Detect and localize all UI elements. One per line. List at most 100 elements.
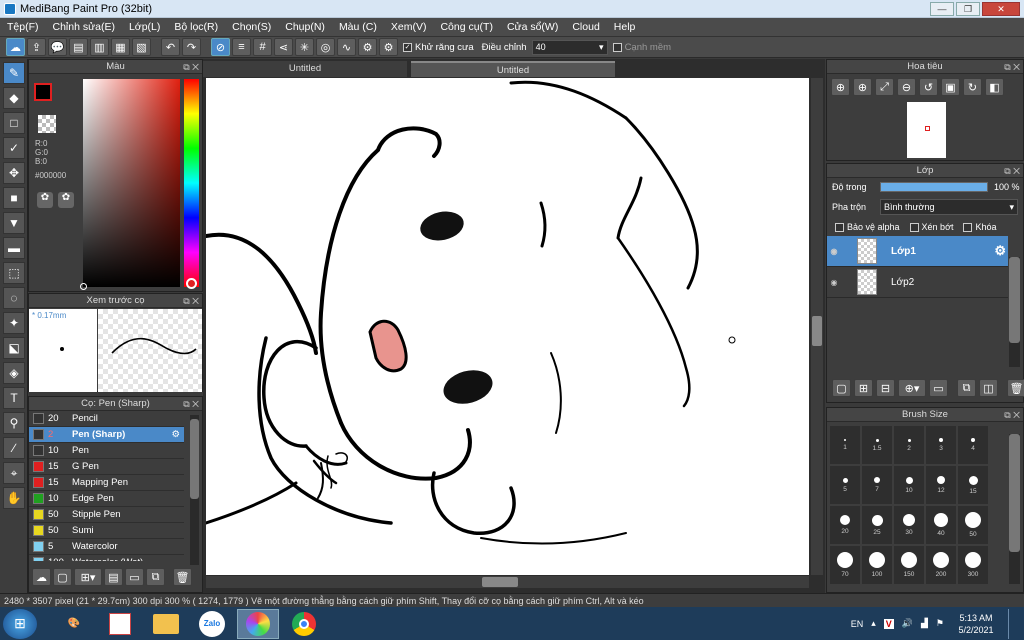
menu-tools[interactable]: Công cụ(T) [433,21,500,33]
clock[interactable]: 5:13 AM 5/2/2021 [952,612,1000,636]
divide-tool-icon[interactable]: ⚲ [3,412,25,434]
brush-list-item[interactable]: 50 Stipple Pen [29,507,184,523]
layer-settings-gear-icon[interactable]: ⚙ [994,243,1006,259]
palette-add-icon[interactable]: ✿ [58,192,74,208]
start-button[interactable]: ⊞ [3,608,37,639]
app-grid-icon[interactable] [99,609,141,639]
brush-list-item[interactable]: 5 Watercolor [29,539,184,555]
select-pen-tool-icon[interactable]: ⬕ [3,337,25,359]
soft-edge-checkbox[interactable]: Cạnh mềm [610,42,674,53]
blend-mode-select[interactable]: Bình thường ▾ [880,199,1018,215]
speech-bubble-icon[interactable]: 💬 [48,38,67,56]
tab-untitled-1[interactable]: Untitled [203,61,407,77]
panel-float-close-icon[interactable]: ⧉ ✕ [183,397,199,411]
restore-button[interactable]: ❐ [956,2,980,16]
hue-handle[interactable] [186,278,197,289]
blur-tool-icon[interactable]: ∕ [3,437,25,459]
brush-size-cell[interactable]: 12 [926,466,956,504]
brush-tool-icon[interactable]: ✎ [3,62,25,84]
panel-float-close-icon[interactable]: ⧉ ✕ [1004,408,1020,422]
brush-size-cell[interactable]: 100 [862,546,892,584]
transparent-color-swatch[interactable] [38,115,56,133]
brush-list-item[interactable]: 10 Pen [29,443,184,459]
brush-size-scrollbar[interactable] [1009,434,1020,584]
delete-layer-icon[interactable]: 🗑 [1007,379,1024,397]
brush-size-cell[interactable]: 20 [830,506,860,544]
brush-list-item[interactable]: 50 Sumi [29,523,184,539]
menu-snap[interactable]: Chụp(N) [278,21,332,33]
actual-size-icon[interactable]: ▣ [941,78,960,96]
cloud-icon[interactable]: ☁ [6,38,25,56]
select-pen-icon[interactable]: ✓ [3,137,25,159]
antivirus-icon[interactable]: V [883,618,894,629]
brush-size-cell[interactable]: 40 [926,506,956,544]
zoom-in-icon[interactable]: ⊕ [853,78,872,96]
show-desktop-button[interactable] [1008,608,1018,639]
add-brush-icon[interactable]: ⊞▾ [74,568,102,586]
text-tool-icon[interactable]: T [3,387,25,409]
panel-float-close-icon[interactable]: ⧉ ✕ [1004,60,1020,74]
tab-untitled-2[interactable]: Untitled [411,61,615,77]
opacity-slider[interactable] [880,182,988,192]
brush-size-cell[interactable]: 7 [862,466,892,504]
flip-icon[interactable]: ◧ [985,78,1004,96]
brush-size-cell[interactable]: 15 [958,466,988,504]
brush-size-cell[interactable]: 10 [894,466,924,504]
add-layer-dropdown-icon[interactable]: ⊕▾ [898,379,926,397]
brush-list-item[interactable]: 20 Pencil [29,411,184,427]
brush-size-cell[interactable]: 2 [894,426,924,464]
rotate-right-icon[interactable]: ↻ [963,78,982,96]
drawing-canvas[interactable] [206,78,809,575]
brush-size-cell[interactable]: 3 [926,426,956,464]
brush-size-cell[interactable]: 1.5 [862,426,892,464]
menu-select[interactable]: Chọn(S) [225,21,278,33]
zoom-fit-icon[interactable]: ⊕ [831,78,850,96]
grid-page-icon[interactable]: ▦ [111,38,130,56]
brush-cloud-icon[interactable]: ☁ [32,568,51,586]
menu-window[interactable]: Cửa sổ(W) [500,21,565,33]
new-halftone-layer-icon[interactable]: ⊞ [854,379,873,397]
fit-window-icon[interactable]: ⤢ [875,78,894,96]
brush-folder-icon[interactable]: ▭ [125,568,144,586]
visibility-eye-icon[interactable]: ◉ [827,278,841,287]
layer-list-scrollbar[interactable] [1009,257,1020,367]
new-layer-icon[interactable]: ▢ [832,379,851,397]
lock-checkbox[interactable]: Khóa [963,222,997,233]
brush-size-cell[interactable]: 4 [958,426,988,464]
brush-size-cell[interactable]: 300 [958,546,988,584]
undo-icon[interactable]: ↶ [161,38,180,56]
move-tool-icon[interactable]: ✥ [3,162,25,184]
correction-select[interactable]: 40 ▾ [531,39,608,55]
merge-layer-icon[interactable]: ◫ [979,379,998,397]
canvas-horizontal-scrollbar[interactable] [206,576,809,588]
snap-off-icon[interactable]: ⊘ [211,38,230,56]
vanishing-snap-icon[interactable]: ⋖ [274,38,293,56]
saturation-brightness-picker[interactable] [80,79,180,290]
navigator-thumbnail[interactable] [907,102,946,158]
brush-size-cell[interactable]: 200 [926,546,956,584]
flag-icon[interactable]: ⚑ [936,618,944,629]
panel-float-close-icon[interactable]: ⧉ ✕ [183,60,199,74]
redo-icon[interactable]: ↷ [182,38,201,56]
palette-icon[interactable]: ✿ [37,192,53,208]
select-eraser-icon[interactable]: ◈ [3,362,25,384]
eyedropper-icon[interactable]: ⌖ [3,462,25,484]
minimize-button[interactable]: — [930,2,954,16]
brush-settings-icon[interactable]: ▤ [104,568,123,586]
hand-tool-icon[interactable]: ✋ [3,487,25,509]
brush-list-item[interactable]: 10 Edge Pen [29,491,184,507]
menu-help[interactable]: Help [607,21,643,33]
comment-icon[interactable]: ▤ [69,38,88,56]
snap-settings-icon[interactable]: ⚙ [358,38,377,56]
panel-float-close-icon[interactable]: ⧉ ✕ [183,294,199,308]
circle-snap-icon[interactable]: ◎ [316,38,335,56]
material-icon[interactable]: ▧ [132,38,151,56]
duplicate-brush-icon[interactable]: ⧉ [146,568,165,586]
brush-list-scrollbar[interactable] [190,415,199,565]
rectangle-tool-icon[interactable]: □ [3,112,25,134]
chrome-icon[interactable] [283,609,325,639]
volume-icon[interactable]: 🔊 [902,618,913,629]
menu-color[interactable]: Màu (C) [332,21,384,33]
hue-slider[interactable] [184,79,199,289]
brush-list-item[interactable]: 100Watercolor (Wet) [29,555,184,561]
